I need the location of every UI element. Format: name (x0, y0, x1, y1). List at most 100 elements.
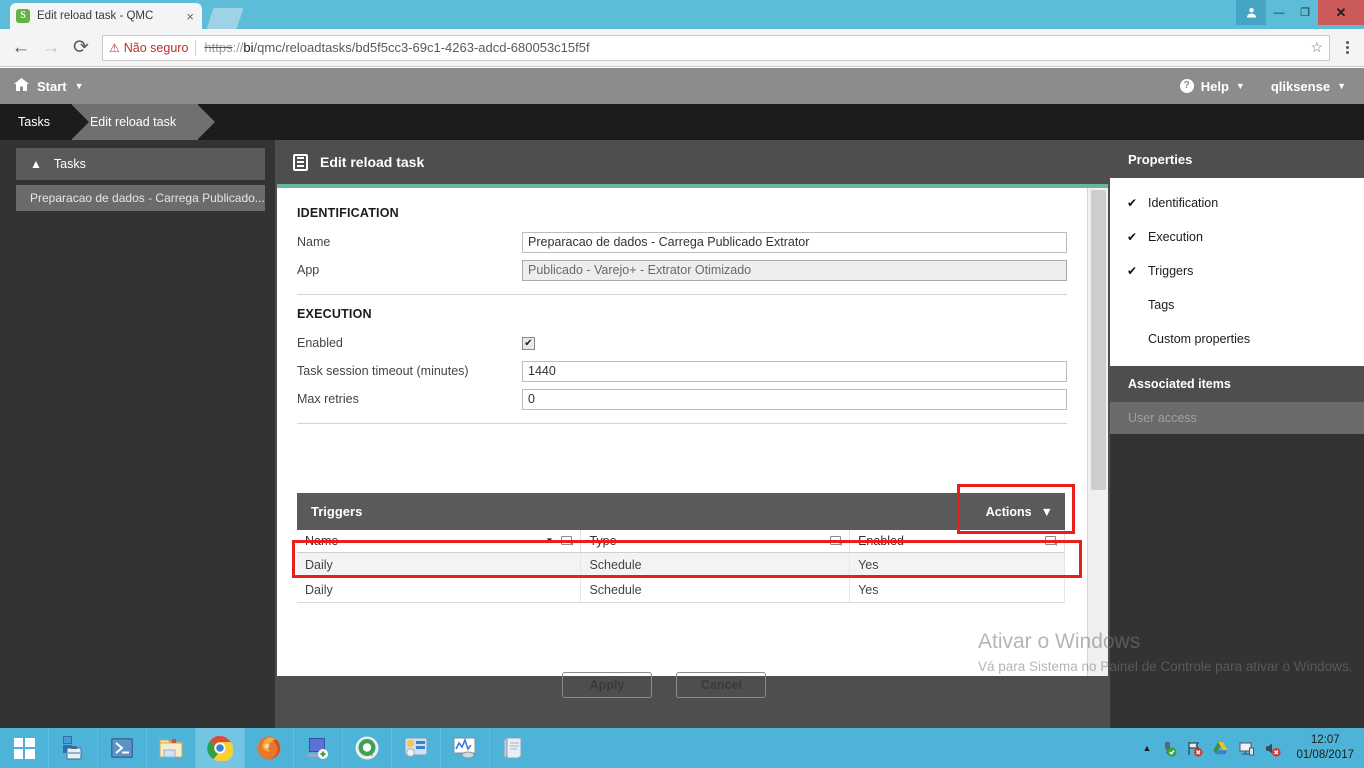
field-label-max-retries: Max retries (297, 392, 359, 406)
cell-type: Schedule (580, 552, 851, 578)
close-icon[interactable]: × (184, 10, 196, 23)
chrome-icon (207, 735, 234, 763)
browser-tab[interactable]: S Edit reload task - QMC × (10, 3, 202, 29)
taskbar-item-notepad-icon[interactable] (489, 728, 538, 768)
column-header-name[interactable]: Name ▼ (297, 530, 582, 553)
taskbar-item-qlik-sense-icon[interactable] (342, 728, 391, 768)
taskbar-item-chrome-icon[interactable] (195, 728, 244, 768)
filter-icon[interactable] (1045, 536, 1057, 547)
taskbar-item-tools-icon[interactable] (48, 728, 97, 768)
user-menu-button[interactable]: qliksense ▼ (1271, 79, 1346, 94)
column-label: Enabled (858, 533, 904, 548)
forward-icon[interactable]: → (36, 33, 66, 63)
url-host: bi (243, 40, 254, 55)
taskbar-item-file-explorer-icon[interactable] (146, 728, 195, 768)
properties-item-label: Triggers (1148, 264, 1194, 278)
url-text: https://bi/qmc/reloadtasks/bd5f5cc3-69c1… (204, 40, 589, 55)
start-menu-button[interactable]: Start ▼ (0, 78, 84, 94)
system-tray: ▲ 12:07 01/08/2017 (1143, 728, 1364, 768)
enabled-checkbox[interactable]: ✔ (522, 336, 535, 350)
check-icon: ✔ (1127, 196, 1138, 210)
taskbar-item-powershell-icon[interactable] (97, 728, 146, 768)
actions-button[interactable]: Actions ▼ (986, 505, 1053, 519)
form-footer: Apply Cancel (277, 672, 1087, 712)
filter-icon[interactable] (561, 536, 574, 547)
restore-icon[interactable]: ❐ (1292, 0, 1318, 25)
properties-item-custom-properties[interactable]: Custom properties (1110, 322, 1364, 356)
breadcrumb-item-tasks[interactable]: Tasks (0, 104, 89, 140)
screen-root: S Edit reload task - QMC × — ❐ ✕ ← → ⟳ ⚠… (0, 0, 1364, 768)
table-row[interactable]: Daily Schedule Yes (297, 577, 1065, 603)
column-header-type[interactable]: Type (580, 530, 851, 553)
column-label: Name (305, 533, 339, 548)
edit-task-icon (293, 153, 308, 171)
name-input[interactable] (522, 231, 1067, 253)
address-bar[interactable]: ⚠ Não seguro https://bi/qmc/reloadtasks/… (102, 34, 1330, 61)
scrollbar-thumb[interactable] (1091, 190, 1106, 490)
taskbar-item-sql-server-management-studio-icon[interactable] (293, 728, 342, 768)
browser-menu-icon[interactable] (1336, 33, 1358, 63)
user-avatar-icon[interactable] (1236, 0, 1266, 25)
home-icon (14, 78, 29, 94)
taskbar-item-performance-monitor-icon[interactable] (440, 728, 489, 768)
clock-time: 12:07 (1310, 734, 1340, 746)
sidebar-header-tasks[interactable]: ▲ Tasks (16, 148, 265, 180)
qlik-sense-icon (354, 735, 380, 761)
properties-item-triggers[interactable]: ✔ Triggers (1110, 254, 1364, 288)
new-tab-button[interactable] (206, 8, 244, 29)
help-icon: ? (1179, 79, 1194, 93)
table-row[interactable]: Daily Schedule Yes (297, 552, 1065, 578)
triggers-title: Triggers (311, 504, 363, 519)
chevron-down-icon: ▼ (1235, 81, 1245, 91)
performance-monitor-icon (452, 735, 478, 761)
content-scrollbar[interactable] (1087, 188, 1108, 676)
breadcrumb-item-edit-reload-task[interactable]: Edit reload task (71, 104, 216, 140)
taskbar-item-firefox-icon[interactable] (244, 728, 293, 768)
taskbar-item-control-panel-icon[interactable] (391, 728, 440, 768)
warning-icon: ⚠ (109, 40, 120, 55)
field-row-session-timeout: Task session timeout (minutes) (277, 357, 1087, 385)
windows-taskbar: ▲ 12:07 01/08/2017 (0, 728, 1364, 768)
network-icon[interactable] (1238, 740, 1255, 757)
action-center-flag-icon[interactable] (1186, 740, 1204, 757)
field-row-name: Name (277, 228, 1087, 256)
qlik-sense-favicon: S (16, 9, 30, 23)
properties-item-execution[interactable]: ✔ Execution (1110, 220, 1364, 254)
volume-muted-icon[interactable] (1264, 740, 1282, 757)
cancel-button[interactable]: Cancel (676, 672, 767, 698)
field-label-session-timeout: Task session timeout (minutes) (297, 364, 469, 378)
column-label: Type (589, 533, 617, 548)
windows-start-icon[interactable] (0, 728, 48, 768)
properties-item-identification[interactable]: ✔ Identification (1110, 186, 1364, 220)
bookmark-star-icon[interactable]: ☆ (1310, 39, 1323, 56)
associated-item-user-access: User access (1110, 402, 1364, 434)
triggers-header: Triggers Actions ▼ (297, 484, 1075, 534)
column-header-enabled[interactable]: Enabled (849, 530, 1065, 553)
help-menu-button[interactable]: ? Help ▼ (1179, 79, 1245, 94)
cell-name: Daily (297, 552, 582, 578)
apply-button[interactable]: Apply (562, 672, 652, 698)
tray-expand-icon[interactable]: ▲ (1143, 743, 1152, 753)
back-icon[interactable]: ← (6, 33, 36, 63)
check-icon: ✔ (1127, 264, 1138, 278)
session-timeout-input[interactable] (522, 360, 1067, 382)
chevron-down-icon: ▼ (74, 81, 84, 91)
minimize-icon[interactable]: — (1266, 0, 1292, 25)
taskbar-clock[interactable]: 12:07 01/08/2017 (1290, 733, 1354, 763)
filter-icon[interactable] (830, 536, 843, 547)
window-close-icon[interactable]: ✕ (1318, 0, 1364, 25)
associated-items-title: Associated items (1110, 366, 1364, 402)
google-drive-icon[interactable] (1212, 740, 1229, 757)
sidebar-item-task[interactable]: Preparacao de dados - Carrega Publicado.… (16, 185, 265, 211)
field-label-enabled: Enabled (297, 336, 343, 350)
browser-tab-title: Edit reload task - QMC (37, 10, 154, 22)
page-title: Edit reload task (320, 154, 425, 170)
reload-icon[interactable]: ⟳ (66, 33, 96, 63)
sidebar: ▲ Tasks Preparacao de dados - Carrega Pu… (0, 140, 275, 728)
chevron-down-icon: ▼ (1040, 504, 1053, 519)
app-input (522, 259, 1067, 281)
properties-item-tags[interactable]: Tags (1110, 288, 1364, 322)
max-retries-input[interactable] (522, 388, 1067, 410)
section-title-identification: IDENTIFICATION (297, 206, 399, 220)
usb-safely-remove-icon[interactable] (1160, 740, 1178, 757)
